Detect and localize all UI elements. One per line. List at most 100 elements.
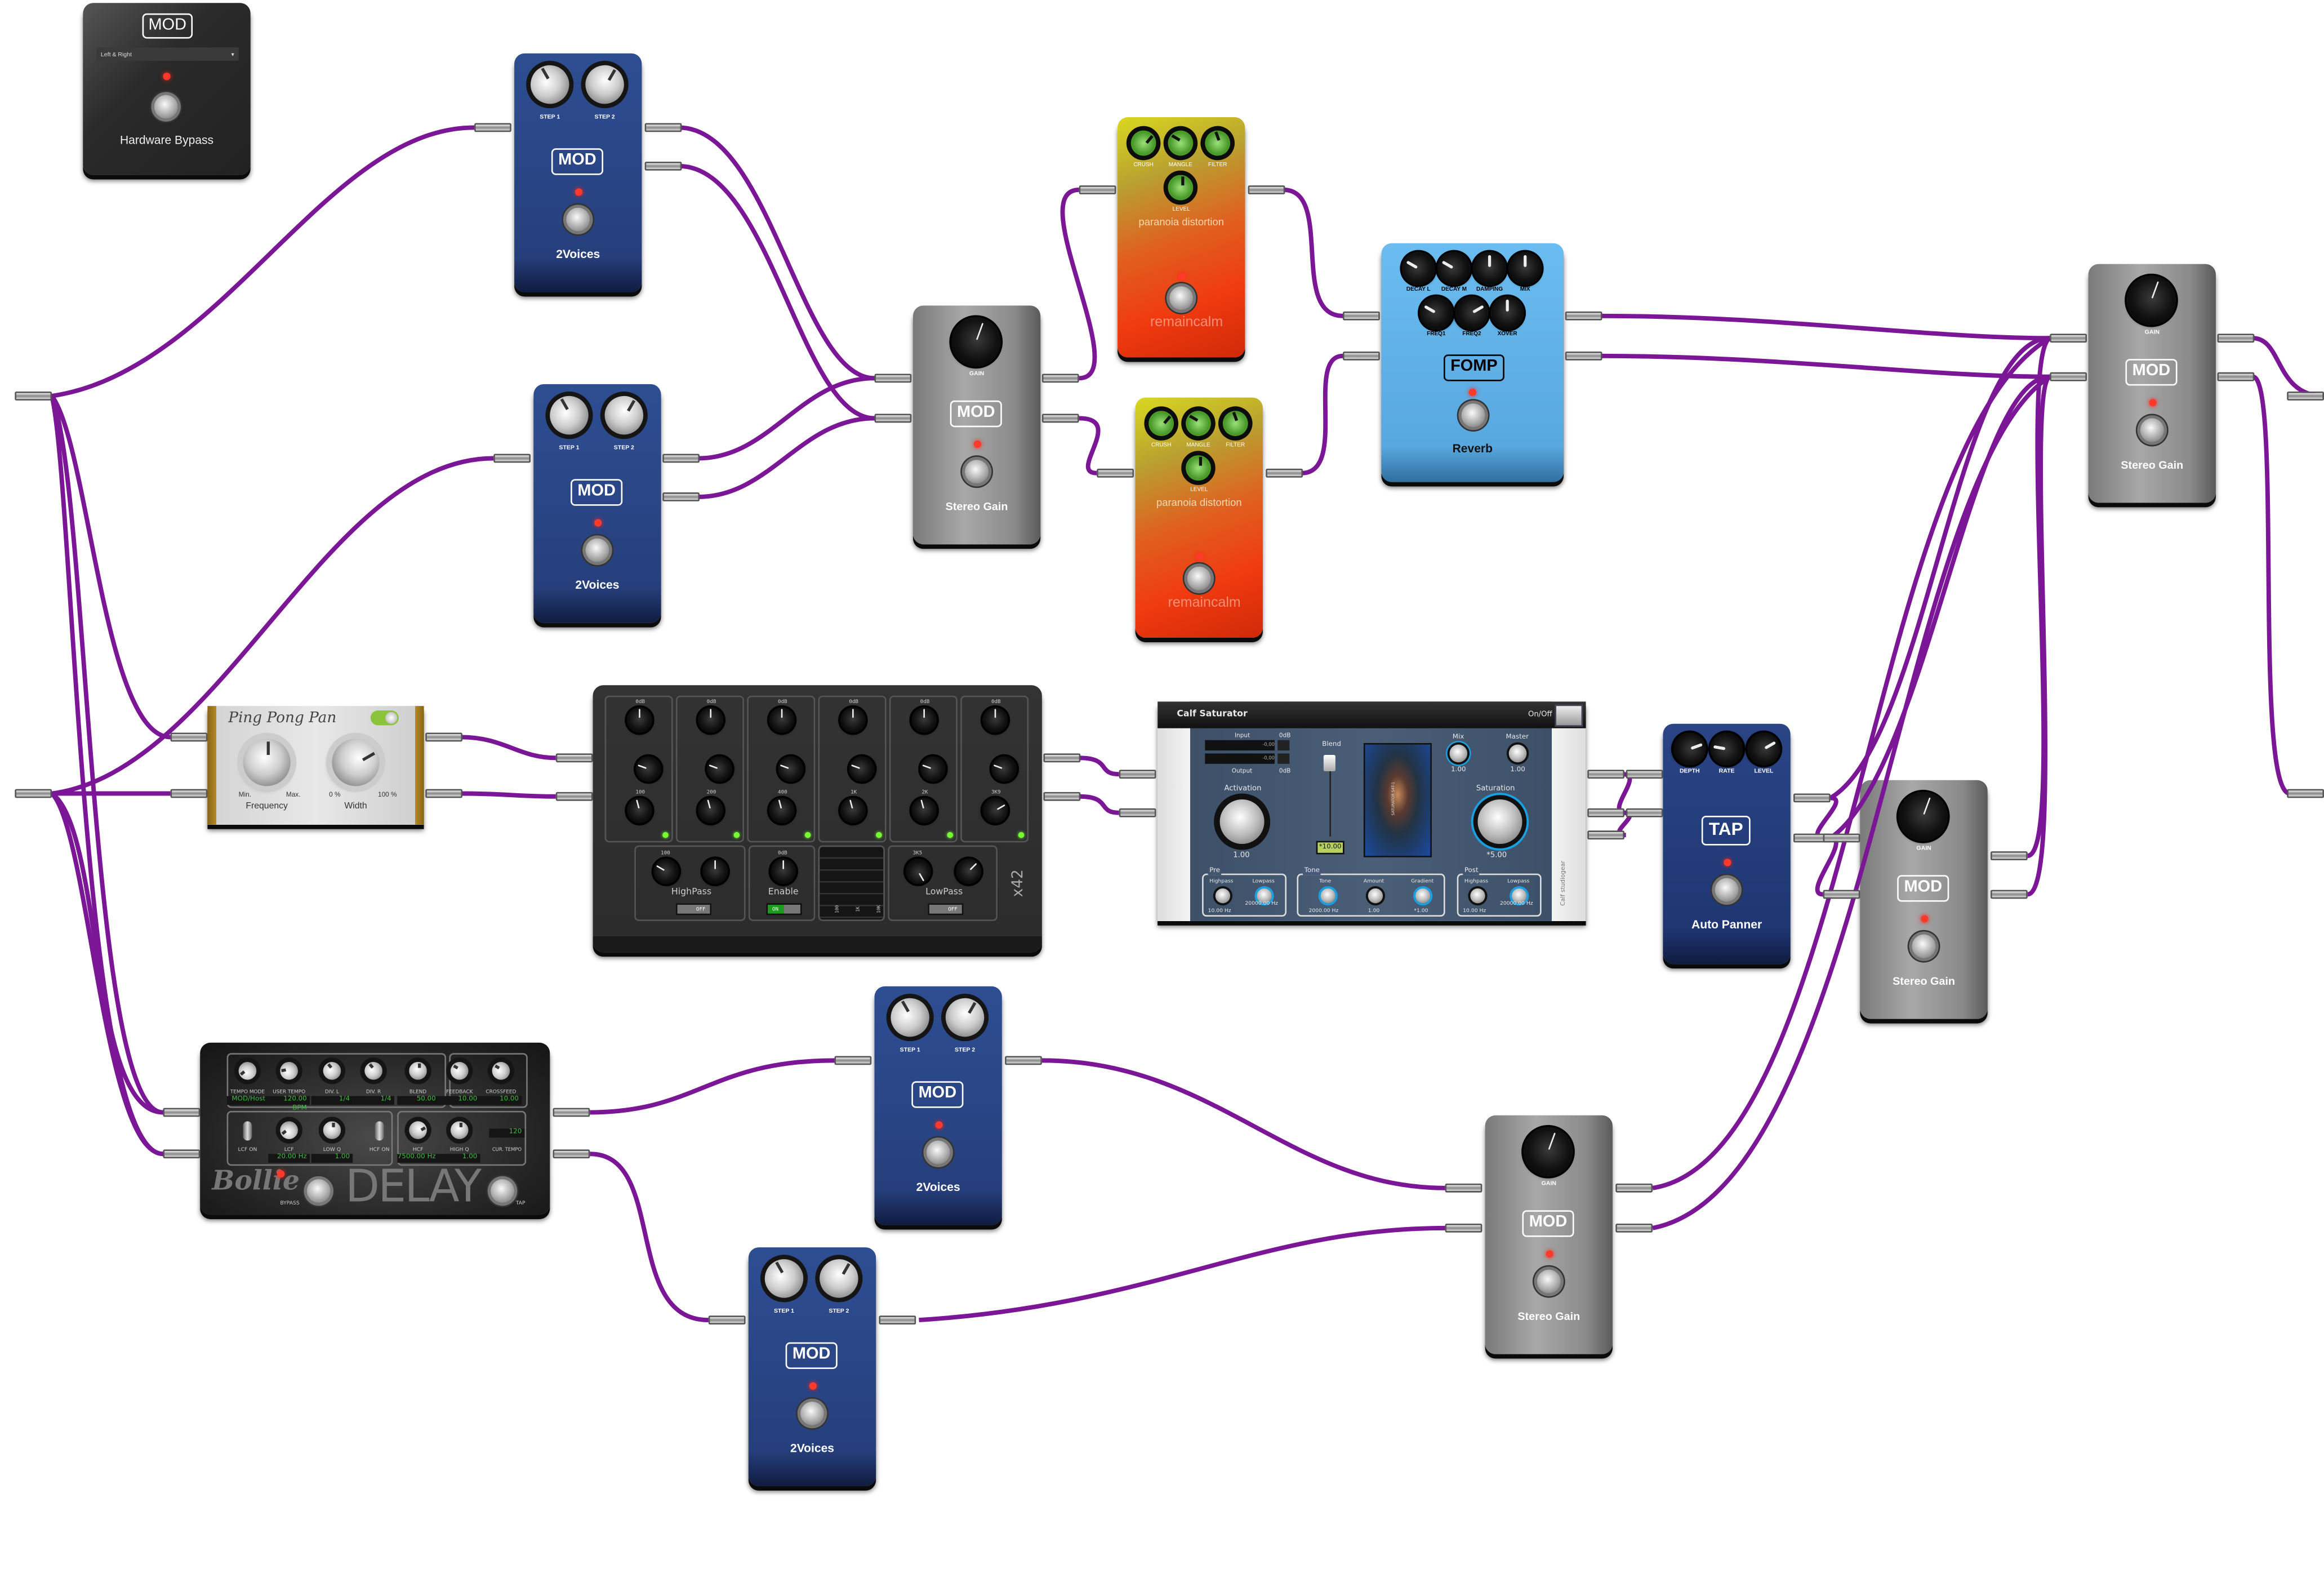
audio-port-jack[interactable] [1043,792,1081,801]
2voices-plugin[interactable]: STEP 1 STEP 2 MOD 2Voices [514,53,642,292]
band-freq-knob[interactable] [624,795,655,826]
distortion-knob[interactable] [1157,119,1204,167]
cable[interactable] [698,416,875,499]
step1-knob[interactable] [517,53,582,117]
audio-port-jack[interactable] [1615,1223,1653,1233]
lowpass-q-knob[interactable] [950,853,987,890]
cable[interactable] [698,376,875,461]
high-q-knob[interactable] [446,1117,473,1144]
audio-port-jack[interactable] [15,392,52,401]
cable[interactable] [679,125,875,381]
post-highpass-knob[interactable] [1470,888,1485,904]
audio-port-jack[interactable] [2050,334,2087,343]
band-freq-knob[interactable] [766,795,798,826]
calf-saturator-plugin[interactable]: Calf Saturator On/Off Input 0dB -0,00 -0… [1157,701,1586,921]
2voices-plugin[interactable]: STEP 1 STEP 2 MOD 2Voices [748,1247,876,1486]
hardware-bypass-plugin[interactable]: MOD Left & Right ▾ Hardware Bypass [83,3,251,175]
cable[interactable] [1079,416,1101,475]
audio-port-jack[interactable] [644,123,682,132]
audio-port-jack[interactable] [2287,789,2324,798]
xover-knob[interactable] [1491,296,1524,330]
2voices-plugin[interactable]: STEP 1 STEP 2 MOD 2Voices [533,384,661,623]
highpass-q-knob[interactable] [702,859,728,884]
cable[interactable] [1079,794,1119,815]
audio-port-jack[interactable] [170,789,208,798]
audio-port-jack[interactable] [834,1056,872,1065]
blend-slider-handle[interactable] [1323,755,1335,772]
audio-port-jack[interactable] [662,492,700,501]
cable[interactable] [2027,336,2051,859]
audio-port-jack[interactable] [555,792,593,801]
enable-toggle[interactable] [370,710,399,726]
audio-port-jack[interactable] [1587,830,1625,840]
gain-knob[interactable] [945,310,1008,374]
audio-port-jack[interactable] [1445,1223,1482,1233]
audio-port-jack[interactable] [1587,808,1625,817]
fomp-reverb-plugin[interactable]: DECAY L DECAY M DAMPING MIX FREQ1 FREQ2 … [1381,243,1564,482]
amount-knob[interactable] [1368,888,1383,904]
lcf-on-switch[interactable] [243,1121,252,1141]
gain-knob[interactable] [1516,1120,1580,1183]
lowpass-toggle[interactable]: OFF [928,903,964,915]
band-gain-knob[interactable] [982,707,1008,733]
band-freq-knob[interactable] [695,795,727,826]
stereo-gain-plugin[interactable]: GAIN MOD Stereo Gain [1485,1115,1613,1354]
audio-port-jack[interactable] [1626,770,1663,779]
tone-knob[interactable] [1320,888,1335,904]
cable[interactable] [461,791,556,799]
delay-knob[interactable] [404,1057,431,1084]
audio-port-jack[interactable] [425,732,462,742]
footswitch[interactable] [566,207,590,232]
cable[interactable] [1060,188,1097,381]
step2-knob[interactable] [806,1247,871,1311]
audio-port-jack[interactable] [1266,468,1303,478]
mix-knob[interactable] [1508,252,1542,285]
onoff-switch[interactable] [1555,704,1583,727]
distortion-knob[interactable] [1119,119,1168,167]
output-gain-knob[interactable] [771,859,796,884]
audio-port-jack[interactable] [1565,311,1602,321]
step2-knob[interactable] [572,53,638,117]
cable[interactable] [461,735,556,761]
step2-knob[interactable] [591,384,657,448]
cable[interactable] [1815,835,1838,897]
band-freq-knob[interactable] [909,795,940,826]
audio-port-jack[interactable] [708,1315,746,1325]
footswitch[interactable] [585,538,609,562]
level-knob[interactable] [1741,726,1786,772]
frequency-knob[interactable] [243,739,291,786]
cable[interactable] [1600,353,2050,379]
audio-port-jack[interactable] [2217,334,2255,343]
band-gain-knob[interactable] [840,707,866,733]
gain-knob[interactable] [1891,785,1955,848]
cable[interactable] [2252,374,2291,796]
audio-port-jack[interactable] [1041,414,1079,423]
band-q-knob[interactable] [988,753,1021,785]
audio-port-jack[interactable] [1615,1183,1653,1193]
damping-knob[interactable] [1473,252,1506,285]
step1-knob[interactable] [751,1247,817,1311]
footswitch[interactable] [1169,286,1194,310]
distortion-knob[interactable] [1175,400,1222,447]
cable[interactable] [50,792,163,1157]
cable[interactable] [1829,374,2050,840]
cable[interactable] [50,395,163,1157]
cable[interactable] [2027,374,2051,897]
channel-select[interactable]: Left & Right ▾ [96,47,239,61]
footswitch[interactable] [2140,418,2164,442]
band-gain-knob[interactable] [698,707,724,733]
footswitch[interactable] [965,460,989,484]
enable-toggle[interactable]: ON [766,903,802,915]
audio-port-jack[interactable] [474,123,511,132]
low-q-knob[interactable] [318,1117,346,1144]
audio-port-jack[interactable] [1823,833,1860,843]
gradient-knob[interactable] [1415,888,1431,904]
stereo-gain-plugin[interactable]: GAIN MOD Stereo Gain [1860,780,1988,1019]
cable[interactable] [50,394,171,740]
audio-port-jack[interactable] [1793,793,1831,803]
audio-port-jack[interactable] [1343,311,1380,321]
bypass-footswitch[interactable] [306,1179,331,1203]
audio-port-jack[interactable] [1119,808,1156,817]
footswitch[interactable] [154,95,178,119]
footswitch[interactable] [1912,934,1936,958]
